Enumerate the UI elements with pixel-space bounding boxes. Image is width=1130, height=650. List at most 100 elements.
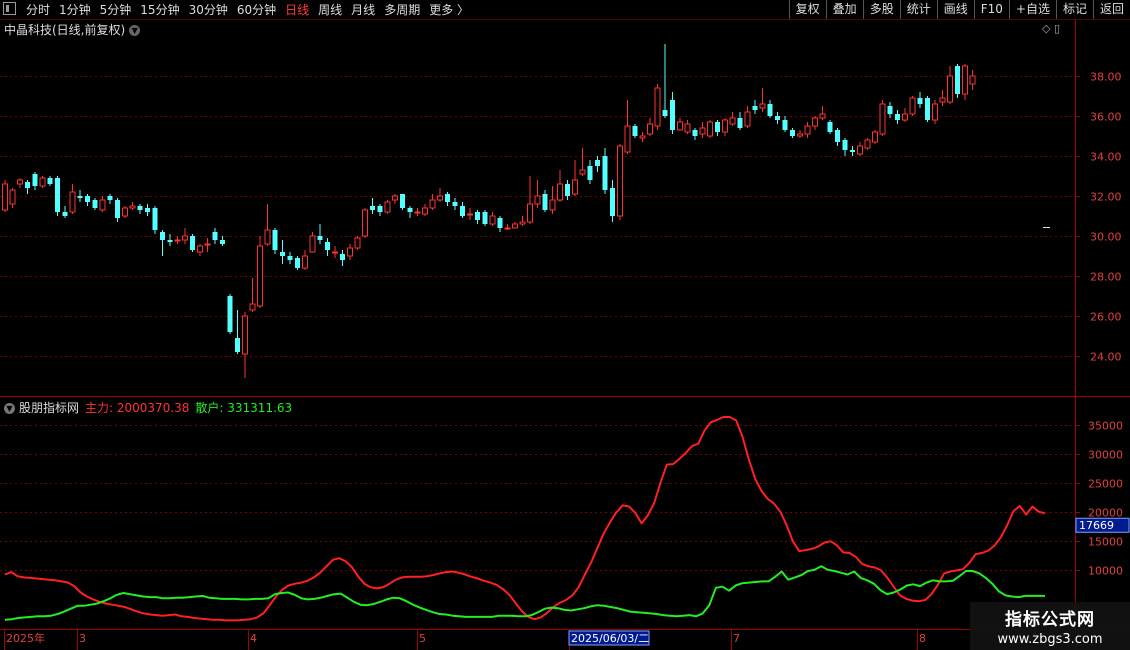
candle-body-up	[17, 179, 23, 185]
candle-body-down	[460, 206, 465, 216]
crosshair-date: 2025/06/03/二	[571, 632, 649, 645]
candle-body-up	[804, 125, 811, 135]
candlestick	[797, 130, 803, 138]
candlestick	[602, 148, 608, 194]
candle-body-down	[715, 122, 720, 132]
candle-body-down	[115, 200, 120, 218]
candlestick	[775, 112, 780, 124]
candle-body-down	[775, 116, 780, 120]
x-tick-label: 3	[79, 632, 86, 645]
candlestick	[632, 124, 638, 138]
candlestick	[482, 210, 488, 226]
candlestick	[804, 122, 811, 138]
candle-body-up	[302, 255, 308, 269]
candle-body-down	[370, 206, 375, 210]
candle-body-up	[204, 243, 211, 246]
price-tick-label: 30.00	[1090, 231, 1122, 244]
price-tick-label: 36.00	[1090, 111, 1122, 124]
candle-body-up	[362, 209, 368, 237]
candle-body-up	[879, 103, 886, 135]
candle-body-down	[482, 212, 488, 224]
price-tick-label: 38.00	[1090, 71, 1122, 84]
candlestick	[595, 156, 600, 172]
candlestick	[542, 190, 548, 212]
candlestick	[115, 198, 120, 222]
candlestick	[557, 170, 563, 202]
candle-body-down	[587, 166, 593, 180]
candlestick	[280, 240, 285, 264]
candle-body-up	[932, 103, 938, 121]
candle-body-down	[542, 194, 548, 210]
x-tick-label: 5	[419, 632, 426, 645]
candlestick	[407, 206, 413, 218]
candle-body-down	[917, 98, 923, 104]
candle-body-down	[152, 208, 158, 230]
candlestick	[227, 294, 233, 334]
candlestick	[962, 64, 968, 100]
candle-body-down	[887, 106, 893, 114]
candlestick	[17, 178, 23, 188]
candle-body-up	[309, 235, 316, 253]
candlestick	[325, 238, 330, 256]
candle-body-up	[902, 113, 908, 121]
candle-body-down	[25, 182, 30, 188]
candlestick	[677, 118, 683, 131]
candlestick	[47, 176, 53, 186]
watermark-url: www.zbgs3.com	[997, 632, 1103, 647]
candlestick	[25, 180, 30, 194]
chart-canvas[interactable]: 24.00 26.00 28.00 30.00 32.00 34.00 36.00 38.00…	[0, 0, 1130, 650]
candle-body-up	[489, 215, 496, 225]
candle-body-up	[707, 121, 713, 137]
candlestick	[947, 66, 953, 104]
candle-body-down	[145, 208, 150, 212]
candle-body-up	[744, 111, 751, 127]
candle-body-up	[647, 123, 653, 135]
candle-body-down	[160, 232, 165, 240]
candle-body-up	[414, 211, 421, 214]
price-tick-label: 28.00	[1090, 271, 1122, 284]
candle-body-up	[572, 179, 578, 195]
candle-body-down	[452, 202, 458, 206]
candlestick	[579, 148, 586, 176]
candlestick	[909, 96, 916, 116]
candlestick	[400, 194, 405, 210]
candle-body-down	[850, 150, 855, 152]
candlestick	[332, 246, 338, 258]
candle-body-up	[122, 207, 128, 217]
candle-body-down	[662, 110, 668, 116]
candle-body-down	[610, 188, 615, 216]
candle-body-up	[969, 75, 976, 85]
indicator-tick-label: 30000	[1088, 449, 1123, 462]
candle-body-up	[962, 65, 968, 95]
candle-body-down	[47, 178, 53, 184]
candlestick	[512, 222, 518, 229]
candle-body-down	[497, 218, 503, 228]
candle-body-up	[759, 103, 766, 109]
candle-body-down	[407, 208, 413, 212]
indicator-tick-label: 25000	[1088, 478, 1123, 491]
candlestick	[467, 208, 473, 220]
candlestick	[647, 118, 653, 136]
candlestick	[549, 186, 556, 214]
candlestick	[287, 252, 293, 264]
candlestick	[902, 108, 908, 122]
candle-body-up	[519, 221, 526, 225]
candlestick	[122, 206, 128, 218]
candlestick	[504, 224, 511, 230]
candlestick	[684, 120, 691, 134]
candlestick	[475, 210, 480, 224]
price-tick-label: 26.00	[1090, 311, 1122, 324]
candle-body-down	[137, 206, 143, 210]
candle-body-up	[617, 145, 623, 217]
candle-body-down	[287, 256, 293, 260]
candlestick	[145, 204, 150, 216]
candlestick	[137, 204, 143, 214]
candlestick	[497, 216, 503, 232]
candle-body-up	[182, 235, 188, 241]
candle-body-up	[242, 315, 248, 355]
candlestick	[527, 176, 533, 224]
candlestick	[167, 234, 173, 246]
candlestick	[752, 100, 758, 114]
candle-body-down	[167, 240, 173, 242]
x-tick-label: 7	[733, 632, 740, 645]
